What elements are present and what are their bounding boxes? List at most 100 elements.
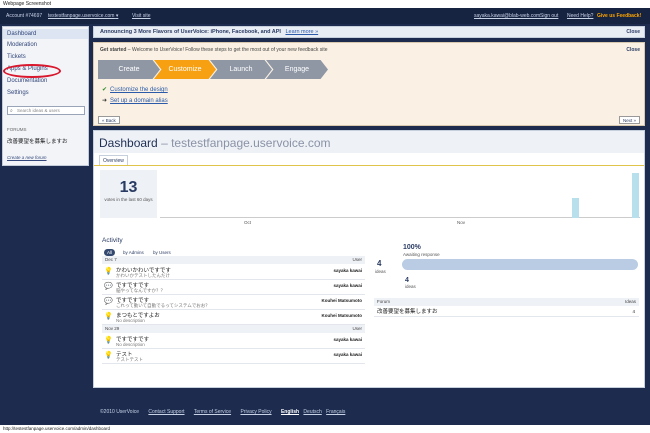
announcement-banner: Announcing 3 More Flavors of UserVoice: … [93, 26, 645, 38]
idea-bulb-icon: 💡 [104, 313, 113, 320]
ideas-label-secondary: ideas [405, 284, 416, 289]
tab-overview[interactable]: Overview [99, 155, 128, 165]
search-icon: ⌕ [10, 108, 13, 114]
awaiting-progress-bar [402, 259, 638, 270]
domain-alias-link[interactable]: Set up a domain alias [110, 98, 168, 104]
axis-label-nov: Nov [457, 220, 466, 225]
get-started-heading-text: – Welcome to UserVoice! Follow these ste… [126, 47, 328, 53]
ideas-count-secondary: 4 [405, 277, 409, 284]
ideas-count: 4 [377, 259, 382, 268]
announcement-text: Announcing 3 More Flavors of UserVoice: … [100, 29, 281, 35]
site-selector[interactable]: testestfanpage.uservoice.com ▾ [48, 8, 118, 24]
sidebar-forum-link[interactable]: 改善要望を募集しますお [7, 137, 68, 145]
activity-user: Kouhei Matsumoto [321, 298, 363, 303]
filter-users[interactable]: by Users [150, 249, 174, 256]
dashboard-header: Dashboard – testestfanpage.uservoice.com [94, 131, 644, 153]
votes-stat: 13 votes in the last 60 days [100, 170, 157, 218]
lang-deutsch[interactable]: Deutsch [303, 409, 321, 415]
activity-row[interactable]: 💡 テスト テストテスト sayaka kawai [102, 349, 365, 364]
footer: ©2010 UserVoice Contact Support Terms of… [100, 409, 353, 415]
activity-user: sayaka kawai [333, 337, 362, 342]
get-started-heading: Get started – Welcome to UserVoice! Foll… [100, 47, 328, 53]
lang-english[interactable]: English [281, 409, 299, 415]
get-started-heading-bold: Get started [100, 47, 127, 53]
copyright: ©2010 UserVoice [100, 409, 139, 415]
ideas-summary: 100% Awaiting response 4 ideas 4 ideas [375, 242, 640, 302]
page-title-text: Dashboard [99, 136, 158, 150]
awaiting-percent: 100% [403, 244, 421, 251]
activity-desc: かわいかテストしたんだけ [116, 273, 170, 278]
sidebar-item-documentation[interactable]: Documentation [7, 78, 47, 84]
learn-more-link[interactable]: Learn more » [285, 29, 318, 35]
activity-user-col: User [352, 326, 362, 331]
activity-date-group: Dec 7 User [102, 256, 365, 264]
activity-user: sayaka kawai [333, 268, 362, 273]
comment-icon: 💬 [104, 298, 113, 305]
sign-out-link[interactable]: Sign out [540, 8, 558, 24]
activity-row[interactable]: 💬 ですですです 脳やってなんですか？？ sayaka kawai [102, 280, 365, 295]
back-button[interactable]: « Back [98, 116, 120, 124]
awaiting-label: Awaiting response [403, 252, 440, 257]
activity-row[interactable]: 💡 かわいかわいですです かわいかテストしたんだけ sayaka kawai [102, 265, 365, 280]
filter-all[interactable]: All [104, 249, 116, 256]
checkmark-icon: ✔ [102, 87, 108, 93]
chevron-down-icon: ▾ [115, 13, 119, 19]
activity-desc: 脳やってなんですか？？ [116, 288, 166, 293]
step-launch[interactable]: Launch [210, 60, 272, 79]
ideas-col-header: Ideas [624, 299, 636, 304]
customize-design-link[interactable]: Customize the design [110, 87, 168, 93]
announcement-close-button[interactable]: Close [626, 27, 640, 38]
sidebar-item-tickets[interactable]: Tickets [7, 54, 26, 60]
create-forum-link[interactable]: Create a new forum [7, 155, 47, 160]
user-email-link[interactable]: sayaka.kawai@blab-web.com [474, 8, 540, 24]
task-domain-alias: ➜ Set up a domain alias [102, 97, 168, 104]
next-button[interactable]: Next » [618, 116, 640, 124]
step-customize[interactable]: Customize [154, 60, 216, 79]
search-input[interactable]: ⌕ Search ideas & users [7, 106, 85, 115]
activity-heading: Activity [102, 237, 123, 244]
forum-table-header: Forum Ideas [374, 298, 639, 306]
chart-bar [572, 198, 579, 218]
site-selector-label: testestfanpage.uservoice.com [48, 13, 115, 19]
activity-row[interactable]: 💡 ですですです No description sayaka kawai [102, 334, 365, 349]
sidebar-item-dashboard[interactable]: Dashboard [3, 29, 88, 39]
activity-desc: No description [116, 318, 145, 323]
help-link[interactable]: Need Help? [567, 8, 593, 24]
dashboard-panel: Dashboard – testestfanpage.uservoice.com… [93, 130, 645, 388]
page-title-site: – testestfanpage.uservoice.com [161, 136, 331, 150]
visit-site-link[interactable]: Visit site [132, 8, 151, 24]
activity-desc: テストテスト [116, 357, 143, 362]
activity-desc: これって動いて自動でるってシステムでおお？ [116, 303, 210, 308]
task-customize-design: ✔ Customize the design [102, 86, 168, 93]
activity-row[interactable]: 💡 まつもとですよお No description Kouhei Matsumo… [102, 310, 365, 325]
forum-row-name: 改善要望を募集しますお [377, 309, 438, 315]
lang-francais[interactable]: Français [326, 409, 345, 415]
axis-label-oct: Oct [244, 220, 252, 225]
forum-table-row[interactable]: 改善要望を募集しますお 4 [374, 307, 639, 317]
idea-bulb-icon: 💡 [104, 337, 113, 344]
idea-bulb-icon: 💡 [104, 268, 113, 275]
sidebar-item-settings[interactable]: Settings [7, 90, 29, 96]
feedback-link[interactable]: Give us Feedback! [597, 8, 641, 24]
footer-privacy-link[interactable]: Privacy Policy [240, 409, 271, 415]
activity-user: Kouhei Matsumoto [321, 313, 363, 318]
get-started-panel: Get started – Welcome to UserVoice! Foll… [93, 42, 645, 126]
footer-contact-link[interactable]: Contact Support [148, 409, 184, 415]
chart-bar [632, 173, 639, 218]
step-create[interactable]: Create [98, 60, 160, 79]
page-title: Dashboard – testestfanpage.uservoice.com [99, 136, 331, 150]
activity-row[interactable]: 💬 ですですです これって動いて自動でるってシステムでおお？ Kouhei Ma… [102, 295, 365, 310]
ideas-label: ideas [375, 269, 386, 274]
idea-bulb-icon: 💡 [104, 352, 113, 359]
sidebar-item-moderation[interactable]: Moderation [7, 42, 37, 48]
activity-date-group: Nov 29 User [102, 325, 365, 333]
activity-date: Nov 29 [105, 326, 120, 331]
filter-admins[interactable]: by Admins [120, 249, 147, 256]
forum-col-header: Forum [377, 299, 391, 304]
footer-terms-link[interactable]: Terms of Service [194, 409, 231, 415]
forum-row-ideas: 4 [632, 309, 635, 314]
highlight-circle [3, 64, 61, 78]
step-engage[interactable]: Engage [266, 60, 328, 79]
window-title: Webpage Screenshot [3, 0, 649, 8]
get-started-close-button[interactable]: Close [626, 47, 640, 53]
